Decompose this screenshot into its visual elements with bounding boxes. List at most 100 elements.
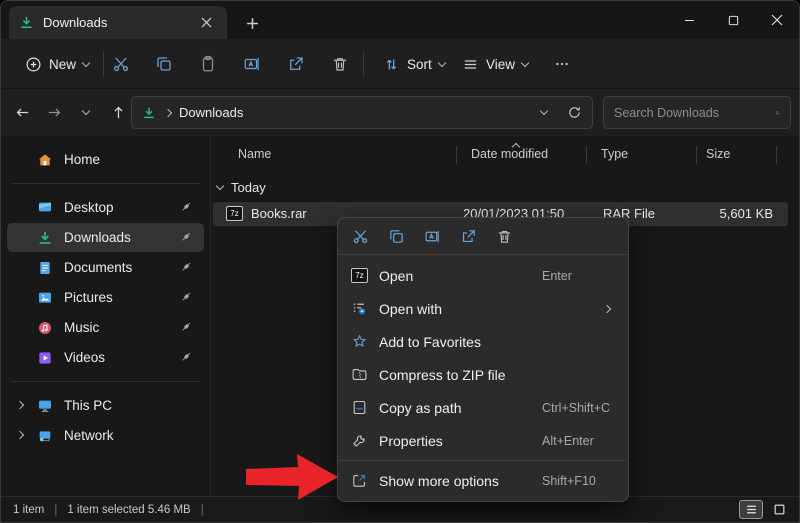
- copy-icon: [155, 55, 173, 73]
- new-button[interactable]: New: [17, 49, 97, 79]
- rename-button[interactable]: [418, 222, 446, 250]
- pin-icon: [180, 320, 193, 333]
- cut-button[interactable]: [346, 222, 374, 250]
- view-list-icon: [462, 56, 479, 73]
- column-header-date-modified[interactable]: Date modified: [471, 147, 548, 161]
- large-icons-view-icon: [773, 503, 786, 516]
- rar-file-icon: 7z: [351, 268, 368, 283]
- paste-icon: [199, 55, 217, 73]
- copy-button[interactable]: [382, 222, 410, 250]
- zip-folder-icon: [351, 366, 368, 383]
- column-divider[interactable]: [696, 146, 697, 164]
- column-divider[interactable]: [776, 146, 777, 164]
- file-name: Books.rar: [251, 206, 307, 221]
- pin-icon: [180, 230, 193, 243]
- sidebar-item-downloads[interactable]: Downloads: [7, 223, 204, 252]
- this-pc-icon: [37, 398, 53, 414]
- menu-item-properties[interactable]: Properties Alt+Enter: [342, 424, 624, 457]
- item-count: 1 item: [13, 504, 44, 516]
- sidebar-item-label: This PC: [64, 398, 112, 413]
- close-button[interactable]: [755, 1, 799, 39]
- sidebar-item-pictures[interactable]: Pictures: [7, 283, 204, 312]
- sort-button[interactable]: Sort: [375, 49, 453, 79]
- rename-icon: [243, 55, 261, 73]
- chevron-down-icon: [82, 58, 90, 66]
- column-header-type[interactable]: Type: [601, 147, 628, 161]
- menu-shortcut: Alt+Enter: [542, 434, 594, 448]
- column-header-name[interactable]: Name: [238, 147, 271, 161]
- menu-item-show-more-options[interactable]: Show more options Shift+F10: [342, 464, 624, 497]
- menu-item-copy-as-path[interactable]: Copy as path Ctrl+Shift+C: [342, 391, 624, 424]
- context-menu-quick-actions: [338, 218, 628, 255]
- pictures-icon: [37, 290, 53, 306]
- menu-item-add-to-favorites[interactable]: Add to Favorites: [342, 325, 624, 358]
- copy-button[interactable]: [147, 49, 181, 79]
- up-button[interactable]: [103, 98, 133, 128]
- column-divider[interactable]: [586, 146, 587, 164]
- recent-locations-button[interactable]: [71, 98, 101, 128]
- plus-circle-icon: [25, 56, 42, 73]
- menu-item-open[interactable]: 7z Open Enter: [342, 259, 624, 292]
- back-button[interactable]: [7, 98, 37, 128]
- star-icon: [351, 333, 368, 350]
- sidebar-item-documents[interactable]: Documents: [7, 253, 204, 282]
- expand-chevron-icon[interactable]: [16, 401, 24, 409]
- share-icon: [287, 55, 305, 73]
- column-divider[interactable]: [456, 146, 457, 164]
- sidebar-item-music[interactable]: Music: [7, 313, 204, 342]
- home-icon: [37, 152, 53, 168]
- pin-icon: [180, 350, 193, 363]
- toolbar-divider: [363, 52, 364, 76]
- sidebar-item-this-pc[interactable]: This PC: [7, 391, 204, 420]
- delete-button[interactable]: [323, 49, 357, 79]
- refresh-icon[interactable]: [567, 105, 582, 120]
- forward-button[interactable]: [39, 98, 69, 128]
- status-divider: |: [201, 504, 204, 516]
- column-header-size[interactable]: Size: [706, 147, 730, 161]
- search-box[interactable]: [603, 96, 791, 129]
- delete-button[interactable]: [490, 222, 518, 250]
- menu-divider: [340, 460, 626, 461]
- share-button[interactable]: [279, 49, 313, 79]
- sidebar-item-videos[interactable]: Videos: [7, 343, 204, 372]
- share-icon: [460, 228, 477, 245]
- sidebar-item-label: Home: [64, 152, 100, 167]
- sidebar-divider: [11, 183, 200, 184]
- search-input[interactable]: [614, 106, 775, 120]
- tab-downloads[interactable]: Downloads: [9, 6, 227, 39]
- see-more-button[interactable]: [545, 49, 579, 79]
- submenu-chevron-icon: [603, 304, 611, 312]
- menu-item-label: Compress to ZIP file: [379, 367, 506, 383]
- annotation-arrow: [246, 452, 340, 502]
- address-bar: Downloads: [1, 89, 799, 136]
- large-icons-view-button[interactable]: [767, 500, 791, 519]
- view-button[interactable]: View: [454, 49, 536, 79]
- cut-button[interactable]: [104, 49, 138, 79]
- address-dropdown-icon[interactable]: [540, 107, 548, 115]
- collapse-chevron-icon[interactable]: [216, 182, 224, 190]
- open-with-icon: [351, 300, 368, 317]
- group-header-today[interactable]: Today: [217, 180, 266, 195]
- cut-icon: [112, 55, 130, 73]
- details-view-button[interactable]: [739, 500, 763, 519]
- address-field[interactable]: Downloads: [131, 96, 593, 129]
- expand-chevron-icon[interactable]: [16, 431, 24, 439]
- tab-close-icon[interactable]: [195, 12, 217, 34]
- sidebar-item-desktop[interactable]: Desktop: [7, 193, 204, 222]
- breadcrumb-downloads[interactable]: Downloads: [179, 105, 243, 120]
- trash-icon: [496, 228, 513, 245]
- group-label: Today: [231, 180, 266, 195]
- sidebar-item-home[interactable]: Home: [7, 145, 204, 174]
- new-tab-button[interactable]: [239, 11, 265, 35]
- menu-item-label: Add to Favorites: [379, 334, 481, 350]
- maximize-button[interactable]: [711, 1, 755, 39]
- context-menu: 7z Open Enter Open with Add to Favorites: [337, 217, 629, 502]
- sidebar-item-network[interactable]: Network: [7, 421, 204, 450]
- documents-icon: [37, 260, 53, 276]
- minimize-button[interactable]: [667, 1, 711, 39]
- rename-button[interactable]: [235, 49, 269, 79]
- menu-item-compress-to-zip[interactable]: Compress to ZIP file: [342, 358, 624, 391]
- paste-button[interactable]: [191, 49, 225, 79]
- share-button[interactable]: [454, 222, 482, 250]
- menu-item-open-with[interactable]: Open with: [342, 292, 624, 325]
